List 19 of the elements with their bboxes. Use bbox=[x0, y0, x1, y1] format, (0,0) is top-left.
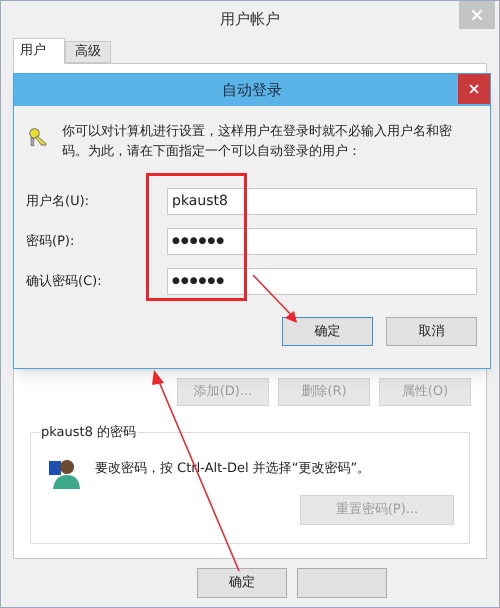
dialog-title: 自动登录 bbox=[222, 80, 282, 101]
password-field[interactable]: ●●●●●● bbox=[167, 228, 477, 255]
close-button[interactable] bbox=[458, 74, 490, 104]
dialog-button[interactable] bbox=[297, 568, 387, 598]
close-icon bbox=[469, 7, 485, 23]
username-field[interactable]: pkaust8 bbox=[167, 188, 477, 215]
tab[interactable]: 用户 bbox=[13, 38, 65, 64]
ok-button[interactable]: 确定 bbox=[197, 568, 287, 598]
tab[interactable]: 高级 bbox=[65, 41, 111, 63]
close-icon bbox=[467, 82, 481, 96]
field-label: 用户名(U): bbox=[26, 192, 90, 211]
dialog-button[interactable]: 确定 bbox=[282, 317, 373, 346]
password-field[interactable]: ●●●●●● bbox=[167, 268, 477, 295]
window-title: 用户帐户 bbox=[220, 8, 280, 30]
user-icon bbox=[47, 457, 81, 489]
dialog-button[interactable]: 取消 bbox=[386, 317, 477, 346]
field-label: 确认密码(C): bbox=[26, 272, 103, 291]
dialog-message: 你可以对计算机进行设置，这样用户在登录时就不必输入用户名和密码。为此，请在下面指定一个可以自动登录的用户： bbox=[62, 123, 454, 161]
field-label: 密码(P): bbox=[26, 232, 76, 251]
